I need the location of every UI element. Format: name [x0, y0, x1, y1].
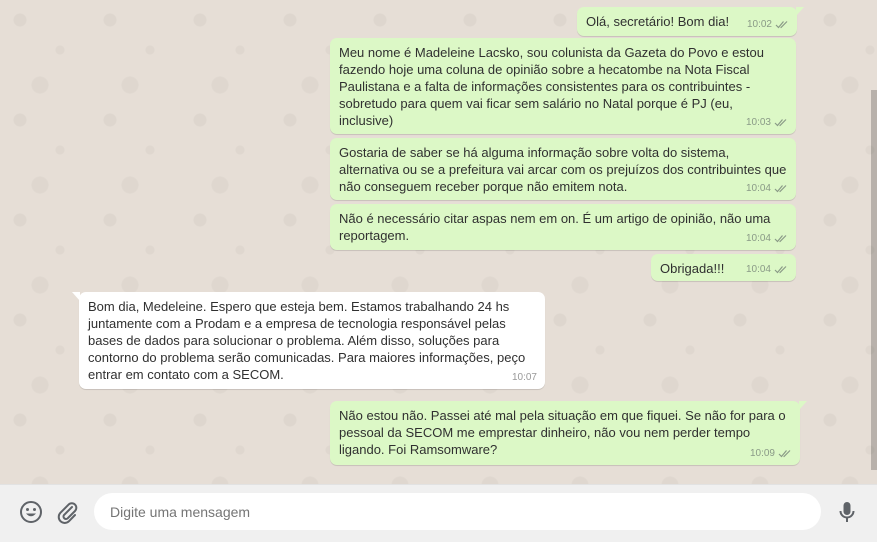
message-text: Bom dia, Medeleine. Espero que esteja be… [88, 299, 526, 382]
message-time: 10:09 [749, 448, 775, 459]
message-meta: 10:04 [746, 230, 788, 247]
composer-bar [0, 484, 877, 542]
message-text: Não estou não. Passei até mal pela situa… [339, 408, 786, 457]
message-time: 10:03 [745, 117, 771, 128]
message-bubble[interactable]: Gostaria de saber se há alguma informaçã… [330, 138, 796, 200]
message-meta: 10:04 [746, 180, 788, 197]
message-meta: 10:04 [746, 261, 788, 278]
double-check-icon [774, 118, 788, 127]
message-text: Meu nome é Madeleine Lacsko, sou colunis… [339, 45, 764, 128]
emoji-icon[interactable] [18, 499, 44, 525]
message-bubble[interactable]: Não estou não. Passei até mal pela situa… [330, 401, 807, 465]
message-time: 10:07 [511, 372, 537, 383]
scrollbar-thumb[interactable] [871, 90, 877, 470]
message-bubble[interactable]: Bom dia, Medeleine. Espero que esteja be… [72, 292, 545, 389]
message-bubble[interactable]: Meu nome é Madeleine Lacsko, sou colunis… [330, 38, 796, 134]
message-text: Gostaria de saber se há alguma informaçã… [339, 145, 787, 194]
message-bubble[interactable]: Obrigada!!! 10:04 [651, 254, 796, 281]
bubble-tail [72, 292, 80, 301]
message-text: Não é necessário citar aspas nem em on. … [339, 211, 771, 243]
message-time: 10:04 [745, 264, 771, 275]
bubble-tail [796, 7, 804, 16]
double-check-icon [774, 265, 788, 274]
message-meta: 10:02 [747, 16, 789, 33]
message-meta: 10:09 [750, 445, 792, 462]
paperclip-icon[interactable] [54, 499, 80, 525]
message-time: 10:04 [745, 183, 771, 194]
message-time: 10:02 [746, 19, 772, 30]
message-bubble[interactable]: Olá, secretário! Bom dia! 10:02 [577, 7, 804, 36]
chat-area[interactable]: Olá, secretário! Bom dia! 10:02 Meu nome… [0, 0, 877, 484]
message-time: 10:04 [745, 233, 771, 244]
message-meta: 10:03 [746, 114, 788, 131]
double-check-icon [774, 234, 788, 243]
message-bubble[interactable]: Não é necessário citar aspas nem em on. … [330, 204, 796, 250]
message-input[interactable] [94, 493, 821, 530]
double-check-icon [774, 184, 788, 193]
bubble-tail [799, 401, 807, 410]
microphone-icon[interactable] [834, 499, 860, 525]
scrollbar[interactable] [871, 0, 877, 484]
double-check-icon [778, 449, 792, 458]
double-check-icon [775, 20, 789, 29]
message-meta: 10:07 [512, 369, 537, 386]
